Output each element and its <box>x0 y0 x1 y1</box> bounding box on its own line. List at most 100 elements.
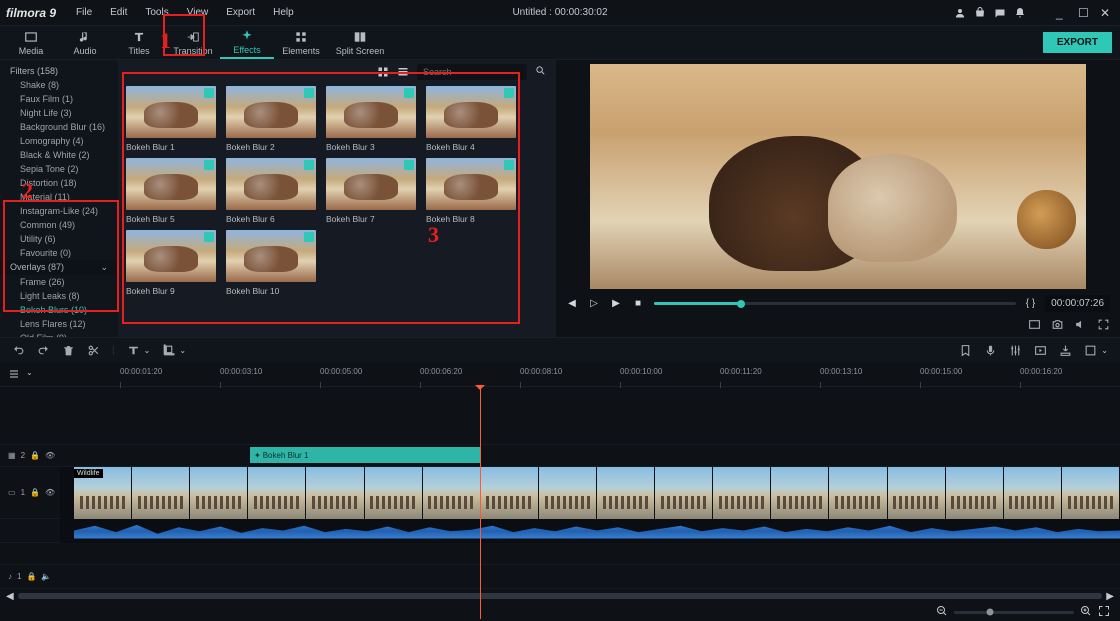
crop-icon[interactable] <box>162 344 175 357</box>
preview-viewport[interactable] <box>590 64 1086 289</box>
download-icon[interactable] <box>404 88 414 98</box>
delete-icon[interactable] <box>62 344 75 357</box>
sidebar-item[interactable]: Black & White (2) <box>0 148 118 162</box>
video-track-lane[interactable]: Wildlife <box>60 467 1120 519</box>
chevron-down-icon[interactable]: ⌄ <box>144 346 151 355</box>
timeline-scrollbar[interactable] <box>18 593 1103 599</box>
effect-thumbnail[interactable]: Bokeh Blur 3 <box>326 86 416 152</box>
sidebar-item[interactable]: Faux Film (1) <box>0 92 118 106</box>
download-icon[interactable] <box>304 88 314 98</box>
play-button[interactable]: ▶ <box>610 298 622 310</box>
video-clip[interactable] <box>74 467 1120 519</box>
notification-icon[interactable] <box>1014 7 1026 19</box>
sidebar-item[interactable]: Old Film (9) <box>0 331 118 337</box>
zoom-slider[interactable] <box>954 611 1074 614</box>
download-icon[interactable] <box>304 160 314 170</box>
download-icon[interactable] <box>204 88 214 98</box>
minimize-button[interactable]: _ <box>1056 6 1070 20</box>
sidebar-item[interactable]: Material (11) <box>0 190 118 204</box>
effect-thumbnail[interactable]: Bokeh Blur 1 <box>126 86 216 152</box>
maximize-button[interactable]: ☐ <box>1078 6 1092 20</box>
volume-icon[interactable] <box>1074 318 1087 331</box>
timeline-ruler[interactable]: ⌄ 00:00:01:2000:00:03:1000:00:05:0000:00… <box>0 363 1120 387</box>
settings-dropdown-icon[interactable] <box>1084 344 1097 357</box>
chevron-down-icon[interactable]: ⌄ <box>26 368 33 377</box>
scroll-right-icon[interactable]: ▶ <box>1106 591 1114 602</box>
account-icon[interactable] <box>954 7 966 19</box>
menu-export[interactable]: Export <box>218 5 263 20</box>
close-button[interactable]: ✕ <box>1100 6 1114 20</box>
sidebar-item[interactable]: Night Life (3) <box>0 106 118 120</box>
mixer-icon[interactable] <box>1009 344 1022 357</box>
tab-elements[interactable]: Elements <box>274 26 328 59</box>
sidebar-item[interactable]: Distortion (18) <box>0 176 118 190</box>
sidebar-item[interactable]: Light Leaks (8) <box>0 289 118 303</box>
sidebar-item[interactable]: Instagram-Like (24) <box>0 204 118 218</box>
tab-splitscreen[interactable]: Split Screen <box>328 26 392 59</box>
audio-track-lane[interactable] <box>60 519 1120 543</box>
redo-icon[interactable] <box>37 344 50 357</box>
download-icon[interactable] <box>304 232 314 242</box>
track-manager-icon[interactable] <box>8 368 20 383</box>
lock-icon[interactable]: 🔒 <box>30 451 40 460</box>
sidebar-item[interactable]: Common (49) <box>0 218 118 232</box>
sidebar-item[interactable]: Frame (26) <box>0 275 118 289</box>
download-icon[interactable] <box>204 232 214 242</box>
sidebar-item[interactable]: Utility (6) <box>0 232 118 246</box>
render-icon[interactable] <box>1034 344 1047 357</box>
store-icon[interactable] <box>974 7 986 19</box>
sidebar-group-overlays[interactable]: Overlays (87)⌄ <box>0 260 118 275</box>
menu-file[interactable]: File <box>68 5 100 20</box>
mark-brackets[interactable]: { } <box>1026 298 1035 309</box>
search-input[interactable] <box>417 64 527 80</box>
grid-view-icon[interactable] <box>377 66 389 78</box>
sidebar-item[interactable]: Favourite (0) <box>0 246 118 260</box>
tab-media[interactable]: Media <box>4 26 58 59</box>
preview-scrubber[interactable] <box>654 302 1016 305</box>
mute-icon[interactable]: 🔈 <box>41 572 51 581</box>
download-icon[interactable] <box>204 160 214 170</box>
menu-help[interactable]: Help <box>265 5 302 20</box>
undo-icon[interactable] <box>12 344 25 357</box>
split-icon[interactable] <box>87 344 100 357</box>
effect-thumbnail[interactable]: Bokeh Blur 7 <box>326 158 416 224</box>
tab-audio[interactable]: Audio <box>58 26 112 59</box>
download-icon[interactable] <box>404 160 414 170</box>
sidebar-group-filters[interactable]: Filters (158) <box>0 64 118 78</box>
sidebar-item[interactable]: Sepia Tone (2) <box>0 162 118 176</box>
edit-text-icon[interactable] <box>127 344 140 357</box>
tab-effects[interactable]: Effects <box>220 26 274 59</box>
export-button[interactable]: EXPORT <box>1043 32 1112 53</box>
search-icon[interactable] <box>535 65 546 79</box>
scroll-left-icon[interactable]: ◀ <box>6 591 14 602</box>
sidebar-item-bokeh-blurs[interactable]: Bokeh Blurs (10) <box>0 303 118 317</box>
tab-titles[interactable]: Titles <box>112 26 166 59</box>
prev-frame-button[interactable]: ◀ <box>566 298 578 310</box>
chevron-down-icon[interactable]: ⌄ <box>179 346 186 355</box>
effect-thumbnail[interactable]: Bokeh Blur 4 <box>426 86 516 152</box>
stop-button[interactable]: ■ <box>632 298 644 310</box>
sidebar-item[interactable]: Lens Flares (12) <box>0 317 118 331</box>
lock-icon[interactable]: 🔒 <box>26 572 36 581</box>
sidebar-item[interactable]: Background Blur (16) <box>0 120 118 134</box>
menu-tools[interactable]: Tools <box>137 5 176 20</box>
effect-thumbnail[interactable]: Bokeh Blur 9 <box>126 230 216 296</box>
sidebar-item[interactable]: Lomography (4) <box>0 134 118 148</box>
sidebar-item[interactable]: Shake (8) <box>0 78 118 92</box>
tab-transition[interactable]: Transition <box>166 26 220 59</box>
message-icon[interactable] <box>994 7 1006 19</box>
list-view-icon[interactable] <box>397 66 409 78</box>
effect-thumbnail[interactable]: Bokeh Blur 10 <box>226 230 316 296</box>
effect-thumbnail[interactable]: Bokeh Blur 8 <box>426 158 516 224</box>
preview-quality-icon[interactable] <box>1028 318 1041 331</box>
menu-view[interactable]: View <box>179 5 217 20</box>
effect-thumbnail[interactable]: Bokeh Blur 6 <box>226 158 316 224</box>
effect-thumbnail[interactable]: Bokeh Blur 2 <box>226 86 316 152</box>
eye-icon[interactable]: 👁 <box>45 451 55 460</box>
snapshot-icon[interactable] <box>1051 318 1064 331</box>
download-icon[interactable] <box>504 160 514 170</box>
playhead[interactable] <box>480 387 481 619</box>
menu-edit[interactable]: Edit <box>102 5 135 20</box>
marker-icon[interactable] <box>959 344 972 357</box>
record-voiceover-icon[interactable] <box>984 344 997 357</box>
